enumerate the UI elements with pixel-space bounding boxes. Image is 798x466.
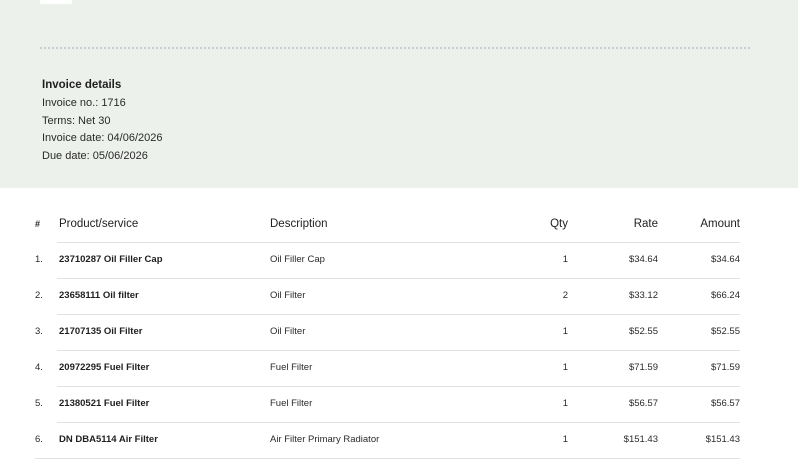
row-description: Oil Filter [270, 290, 306, 301]
invoice-details-title: Invoice details [42, 79, 122, 91]
row-number: 4. [35, 362, 43, 373]
header-product: Product/service [59, 218, 139, 230]
row-description: Fuel Filter [270, 362, 313, 373]
table-row: 6. DN DBA5114 Air Filter Air Filter Prim… [0, 422, 798, 459]
line-items-table: # Product/service Description Qty Rate A… [0, 206, 798, 459]
row-amount: $34.64 [710, 254, 740, 265]
invoice-header-band: Invoice details Invoice no.: 1716 Terms:… [0, 0, 798, 188]
header-number: # [35, 219, 41, 229]
table-header: # Product/service Description Qty Rate A… [0, 206, 798, 243]
row-description: Fuel Filter [270, 398, 313, 409]
row-product: 23658111 Oil filter [59, 290, 139, 301]
row-number: 2. [35, 290, 43, 301]
row-amount: $56.57 [710, 398, 740, 409]
logo-placeholder [40, 0, 72, 4]
row-rate: $71.59 [628, 362, 658, 373]
header-description: Description [270, 218, 328, 230]
row-number: 1. [35, 254, 43, 265]
invoice-details: Invoice details Invoice no.: 1716 Terms:… [42, 79, 162, 165]
row-product: 21707135 Oil Filter [59, 326, 143, 337]
row-number: 5. [35, 398, 43, 409]
row-qty: 1 [562, 326, 568, 337]
row-product: 23710287 Oil Filler Cap [59, 254, 163, 265]
row-description: Oil Filler Cap [270, 254, 325, 265]
row-rate: $151.43 [623, 434, 658, 445]
row-amount: $52.55 [710, 326, 740, 337]
row-number: 3. [35, 326, 43, 337]
row-amount: $71.59 [710, 362, 740, 373]
table-row: 1. 23710287 Oil Filler Cap Oil Filler Ca… [0, 242, 798, 279]
row-divider [35, 458, 740, 459]
row-rate: $34.64 [628, 254, 658, 265]
table-row: 3. 21707135 Oil Filter Oil Filter 1 $52.… [0, 314, 798, 351]
table-row: 4. 20972295 Fuel Filter Fuel Filter 1 $7… [0, 350, 798, 387]
invoice-date: Invoice date: 04/06/2026 [42, 132, 163, 144]
header-qty: Qty [550, 218, 568, 230]
table-row: 5. 21380521 Fuel Filter Fuel Filter 1 $5… [0, 386, 798, 423]
section-divider [40, 47, 750, 49]
payment-terms: Terms: Net 30 [42, 114, 111, 127]
row-amount: $66.24 [710, 290, 740, 301]
due-date: Due date: 05/06/2026 [42, 149, 148, 162]
invoice-number: Invoice no.: 1716 [42, 97, 126, 109]
row-qty: 1 [562, 434, 568, 445]
row-qty: 1 [562, 398, 568, 409]
header-rate: Rate [633, 218, 658, 230]
row-qty: 1 [562, 362, 568, 373]
row-rate: $33.12 [628, 290, 658, 301]
row-description: Air Filter Primary Radiator [270, 434, 380, 445]
row-amount: $151.43 [705, 434, 740, 445]
row-qty: 2 [562, 290, 568, 301]
row-qty: 1 [562, 254, 568, 265]
table-row: 2. 23658111 Oil filter Oil Filter 2 $33.… [0, 278, 798, 315]
row-product: DN DBA5114 Air Filter [59, 434, 158, 445]
row-product: 21380521 Fuel Filter [59, 398, 150, 409]
row-rate: $56.57 [628, 398, 658, 409]
row-number: 6. [35, 434, 43, 445]
row-description: Oil Filter [270, 326, 306, 337]
row-rate: $52.55 [628, 326, 658, 337]
header-amount: Amount [700, 218, 740, 230]
row-product: 20972295 Fuel Filter [59, 362, 150, 373]
